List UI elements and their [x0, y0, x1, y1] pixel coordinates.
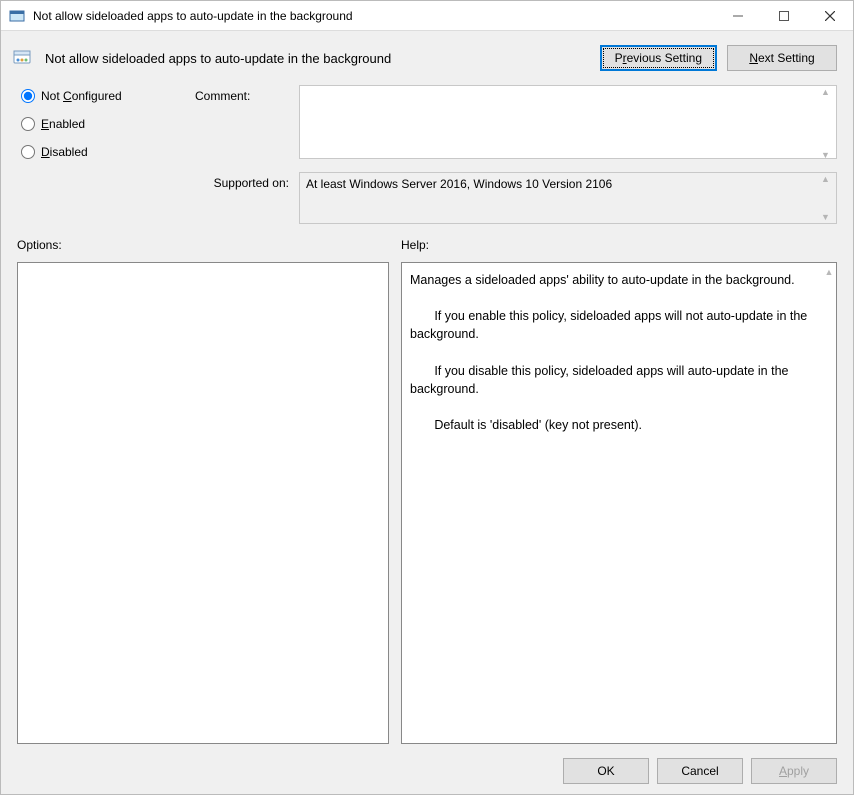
- radio-label: Not Configured: [41, 89, 122, 103]
- radio-disabled[interactable]: Disabled: [21, 145, 191, 159]
- panes: Manages a sideloaded apps' ability to au…: [11, 256, 843, 752]
- policy-header: Not allow sideloaded apps to auto-update…: [11, 41, 843, 81]
- radio-label: Disabled: [41, 145, 88, 159]
- window-title: Not allow sideloaded apps to auto-update…: [31, 9, 715, 23]
- options-label: Options:: [17, 238, 389, 252]
- titlebar: Not allow sideloaded apps to auto-update…: [1, 1, 853, 31]
- pane-labels: Options: Help:: [11, 236, 843, 256]
- radio-not-configured[interactable]: Not Configured: [21, 89, 191, 103]
- close-button[interactable]: [807, 1, 853, 30]
- policy-icon: [13, 49, 31, 67]
- supported-scrollbar: ▲▼: [821, 174, 835, 222]
- supported-on-box: At least Windows Server 2016, Windows 10…: [299, 172, 837, 224]
- radio-disabled-input[interactable]: [21, 145, 35, 159]
- radio-enabled[interactable]: Enabled: [21, 117, 191, 131]
- app-icon: [9, 8, 25, 24]
- comment-scrollbar[interactable]: ▲▼: [821, 87, 835, 160]
- cancel-button[interactable]: Cancel: [657, 758, 743, 784]
- minimize-button[interactable]: [715, 1, 761, 30]
- window-buttons: [715, 1, 853, 30]
- maximize-button[interactable]: [761, 1, 807, 30]
- policy-title: Not allow sideloaded apps to auto-update…: [41, 51, 590, 66]
- supported-on-text: At least Windows Server 2016, Windows 10…: [306, 177, 612, 191]
- radio-not-configured-input[interactable]: [21, 89, 35, 103]
- scroll-down-icon: ▼: [821, 150, 835, 160]
- comment-textarea[interactable]: [299, 85, 837, 159]
- scroll-up-icon: ▲: [821, 87, 835, 97]
- scroll-up-icon: ▲: [825, 267, 834, 277]
- state-radios: Not Configured Enabled Disabled: [21, 85, 191, 224]
- dialog-footer: OK Cancel Apply: [11, 752, 843, 786]
- options-pane: [17, 262, 389, 744]
- ok-button[interactable]: OK: [563, 758, 649, 784]
- supported-label: Supported on:: [195, 172, 295, 224]
- apply-button[interactable]: Apply: [751, 758, 837, 784]
- help-pane: Manages a sideloaded apps' ability to au…: [401, 262, 837, 744]
- scroll-down-icon: ▼: [821, 212, 835, 222]
- config-area: Not Configured Enabled Disabled Comment:…: [11, 81, 843, 236]
- help-label: Help:: [401, 238, 837, 252]
- next-setting-button[interactable]: Next Setting: [727, 45, 837, 71]
- dialog-body: Not allow sideloaded apps to auto-update…: [1, 31, 853, 794]
- comment-label: Comment:: [195, 85, 295, 162]
- help-scrollbar[interactable]: ▲: [822, 263, 836, 743]
- scroll-up-icon: ▲: [821, 174, 835, 184]
- radio-label: Enabled: [41, 117, 85, 131]
- previous-setting-button[interactable]: Previous Setting: [600, 45, 717, 71]
- help-text: Manages a sideloaded apps' ability to au…: [402, 263, 822, 743]
- radio-enabled-input[interactable]: [21, 117, 35, 131]
